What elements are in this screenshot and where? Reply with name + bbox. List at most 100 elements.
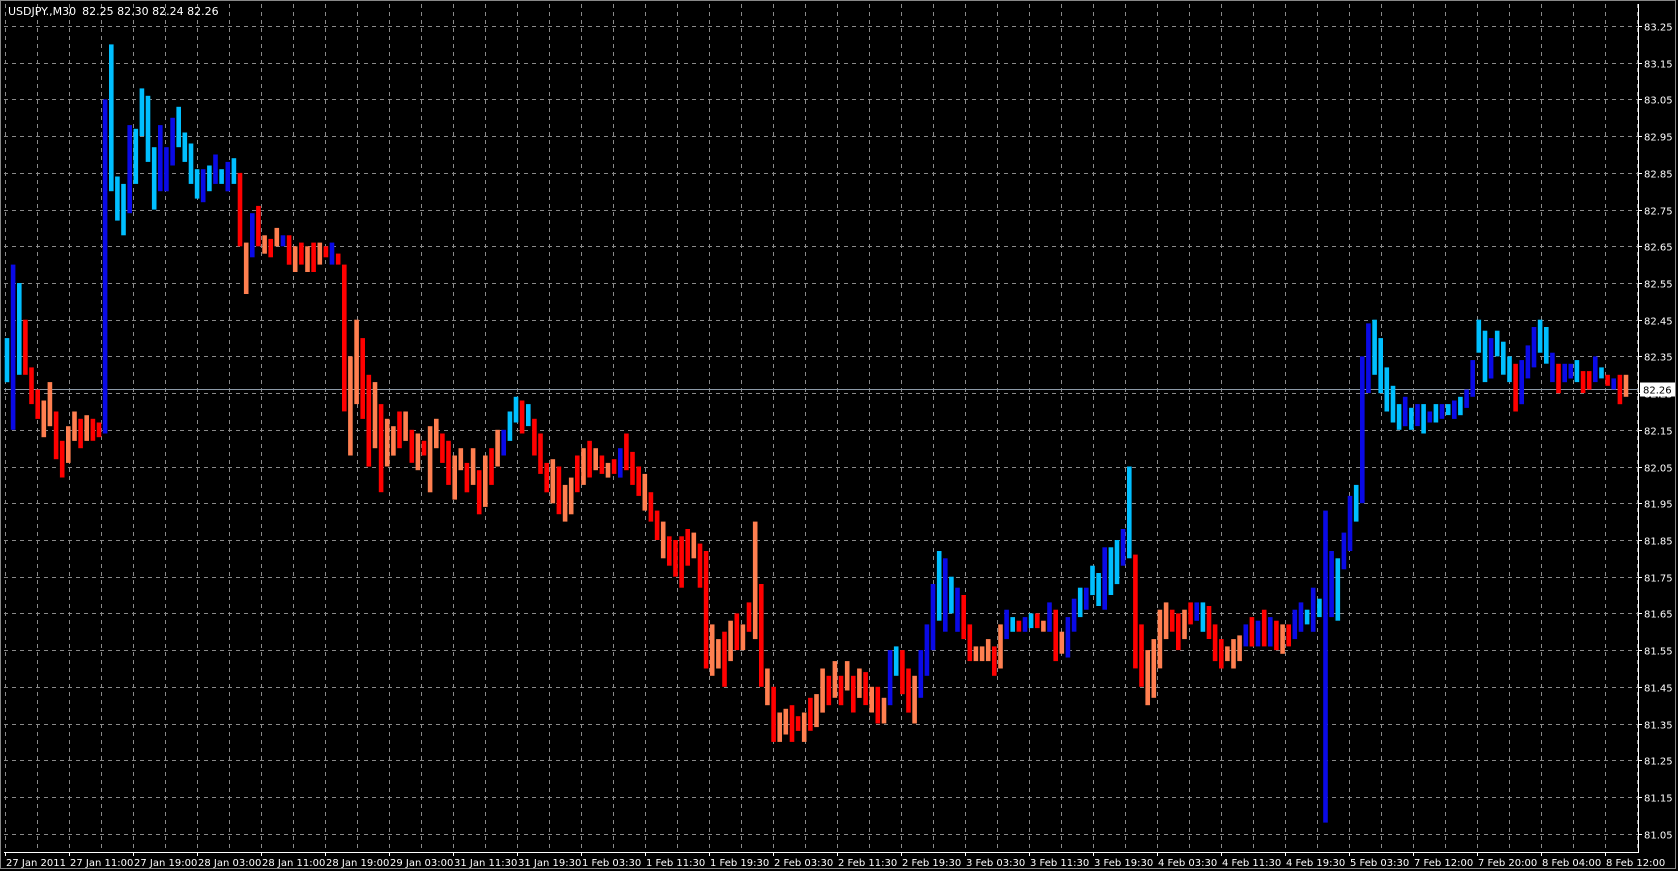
time-tick-label: 1 Feb 11:30 [646,858,705,869]
price-bar [268,238,273,258]
price-bar [1323,510,1328,823]
price-bar [440,433,445,463]
price-bar [1304,609,1310,625]
time-tick-label: 31 Jan 11:30 [454,858,517,869]
price-bar [1341,532,1347,570]
price-bar [789,705,795,742]
price-bar [1488,338,1494,379]
price-bar [654,510,660,540]
price-bar [667,536,672,566]
price-tick-label: 81.85 [1644,537,1673,548]
price-bar [752,521,758,640]
price-bar [231,158,237,184]
price-bar [611,459,617,474]
price-bar [1353,484,1359,522]
price-bar [464,462,470,493]
price-bar [765,668,770,706]
price-bar [556,466,562,515]
price-bar [317,242,323,265]
price-bar [243,242,249,294]
price-tick-label: 81.75 [1644,574,1673,585]
price-bar [470,448,476,485]
price-bar [759,584,764,687]
price-bar [415,433,421,471]
price-tick-label: 82.85 [1644,170,1673,181]
price-bar [1525,345,1531,379]
price-bar [1261,609,1267,647]
price-bar [335,253,341,265]
price-bar [1071,598,1077,632]
current-price-tag: 82.26 [1640,382,1676,397]
price-bar [685,529,690,566]
price-bar [648,492,654,522]
price-bar [84,415,89,441]
price-tick-label: 81.35 [1644,721,1673,732]
price-bar [1574,360,1580,383]
price-bar [1047,602,1052,632]
price-bar [507,411,513,441]
price-bar [1360,356,1365,504]
price-bar [1519,360,1524,405]
price-bar [452,455,457,500]
price-bar [121,183,126,236]
price-bar [219,169,224,184]
time-tick-label: 3 Feb 03:30 [966,858,1025,869]
price-bar [912,675,917,724]
price-bar [1133,554,1138,669]
price-bar [139,88,145,137]
price-bar [1249,617,1255,647]
price-bar [378,404,384,493]
price-bar [777,712,782,742]
price-bar [1237,635,1242,662]
price-bar [41,400,47,438]
price-bar [360,338,365,419]
price-bar [1200,602,1206,632]
price-tick-label: 81.55 [1644,647,1673,658]
price-bar [250,213,255,258]
ohlc-values: 82.25 82.30 82.24 82.26 [82,5,219,18]
price-bar [979,646,985,662]
price-bar [1617,374,1623,405]
price-bar [1421,404,1426,434]
price-bar [826,675,832,706]
price-bar [1151,639,1157,698]
price-chart[interactable]: 83.25 83.15 83.05 82.95 82.85 82.75 82.65 82.55… [0,0,1678,871]
time-tick-label: 7 Feb 12:00 [1414,858,1473,869]
price-bar [501,429,506,456]
price-bar [630,451,635,485]
price-bar [1225,646,1230,662]
price-bar [434,418,439,449]
time-axis[interactable]: 27 Jan 2011 27 Jan 11:00 27 Jan 19:00 28 Ja… [5,852,1666,869]
price-bar [1176,613,1181,651]
price-bar [697,543,703,588]
time-tick-label: 28 Jan 03:00 [198,858,261,869]
price-bar [225,161,231,192]
price-bar [1206,606,1212,639]
time-tick-label: 1 Feb 19:30 [710,858,769,869]
price-bar [887,650,893,706]
price-bar [568,477,574,515]
price-bar [924,624,930,676]
price-bar [53,411,59,460]
price-bar [286,235,292,265]
price-bar [844,661,850,691]
price-bar [409,429,415,463]
price-bar [1562,363,1567,383]
price-tick-label: 81.95 [1644,500,1673,511]
price-bar [323,246,329,258]
price-tick-label: 83.25 [1644,23,1673,34]
time-tick-label: 4 Feb 19:30 [1286,858,1345,869]
price-bar [262,235,267,254]
price-bar [875,686,881,724]
price-axis[interactable]: 83.25 83.15 83.05 82.95 82.85 82.75 82.65 82.55… [1638,23,1673,842]
price-bar [795,716,801,731]
price-bar [783,708,789,735]
price-bar [1433,404,1439,423]
price-bar [985,639,991,662]
price-bar [1593,356,1598,383]
price-tick-label: 82.15 [1644,427,1673,438]
price-bar [936,551,942,621]
price-bar [115,176,120,221]
price-bar [427,426,433,493]
time-tick-label: 8 Feb 12:00 [1606,858,1665,869]
